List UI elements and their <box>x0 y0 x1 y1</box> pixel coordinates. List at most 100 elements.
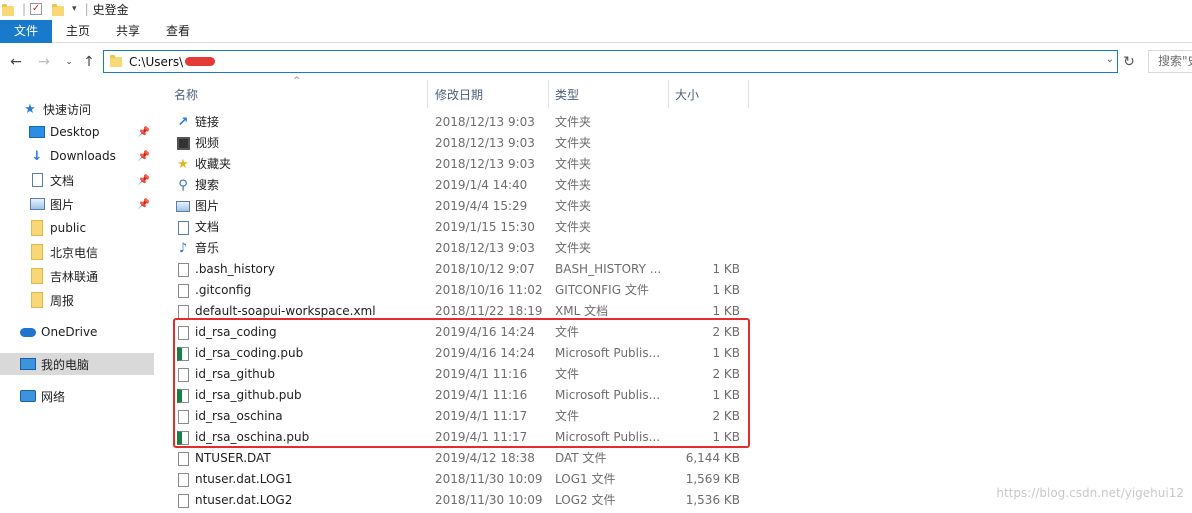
file-row[interactable]: id_rsa_github 2019/4/1 11:16 文件 2 KB <box>170 364 770 385</box>
pin-icon[interactable]: 📌 <box>138 199 150 210</box>
refresh-button[interactable]: ↻ <box>1120 52 1138 72</box>
file-icon <box>176 409 190 424</box>
redaction-mark <box>185 57 216 66</box>
search-icon: ⚲ <box>178 178 188 193</box>
music-icon: ♪ <box>178 241 188 256</box>
sidebar-item-jilin-unicom[interactable]: 吉林联通 <box>0 265 154 287</box>
video-icon <box>176 136 190 151</box>
file-icon <box>176 325 190 340</box>
column-header-name[interactable]: 名称 <box>174 84 198 106</box>
watermark: https://blog.csdn.net/yigehui12 <box>996 486 1184 500</box>
address-dropdown-icon[interactable]: ⌄ <box>1106 54 1114 65</box>
sidebar-item-beijing-telecom[interactable]: 北京电信 <box>0 241 154 263</box>
tab-home[interactable]: 主页 <box>52 20 103 43</box>
folder-icon <box>2 4 14 16</box>
folder-icon <box>29 268 45 284</box>
file-row[interactable]: .bash_history 2018/10/12 9:07 BASH_HISTO… <box>170 259 770 280</box>
pin-icon[interactable]: 📌 <box>138 127 150 138</box>
favorites-icon: ★ <box>177 157 189 172</box>
file-row[interactable]: NTUSER.DAT 2019/4/12 18:38 DAT 文件 6,144 … <box>170 448 770 469</box>
file-row[interactable]: default-soapui-workspace.xml 2018/11/22 … <box>170 301 770 322</box>
sidebar-item-this-pc[interactable]: 我的电脑 <box>0 353 154 375</box>
publisher-file-icon <box>176 430 190 445</box>
forward-button[interactable]: → <box>35 52 53 72</box>
link-icon: ↗ <box>177 115 189 130</box>
new-folder-icon[interactable] <box>52 4 65 16</box>
tab-share[interactable]: 共享 <box>103 20 153 43</box>
file-row[interactable]: id_rsa_coding.pub 2019/4/16 14:24 Micros… <box>170 343 770 364</box>
folder-icon <box>29 292 45 308</box>
file-icon <box>176 367 190 382</box>
tab-file[interactable]: 文件 <box>0 20 53 43</box>
documents-icon <box>176 220 190 235</box>
publisher-file-icon <box>176 388 190 403</box>
sidebar-item-desktop[interactable]: Desktop 📌 <box>0 121 154 143</box>
column-header-date[interactable]: 修改日期 <box>435 84 483 106</box>
column-header-type[interactable]: 类型 <box>555 84 579 106</box>
sidebar-item-network[interactable]: 网络 <box>0 385 154 407</box>
file-icon <box>176 283 190 298</box>
column-divider[interactable] <box>548 80 549 108</box>
publisher-file-icon <box>176 346 190 361</box>
column-divider[interactable] <box>668 80 669 108</box>
file-icon <box>176 493 190 508</box>
file-row[interactable]: id_rsa_coding 2019/4/16 14:24 文件 2 KB <box>170 322 770 343</box>
title-bar: | ✓ ▾ | 史登金 <box>0 0 1192 18</box>
sidebar-item-quick-access[interactable]: ★ 快速访问 <box>0 98 154 120</box>
pin-icon[interactable]: 📌 <box>138 175 150 186</box>
column-divider[interactable] <box>748 80 749 108</box>
network-icon <box>20 389 36 403</box>
file-icon <box>176 262 190 277</box>
up-button[interactable]: ↑ <box>80 52 98 72</box>
file-row[interactable]: ♪ 音乐 2018/12/13 9:03 文件夹 <box>170 238 770 259</box>
sidebar-item-documents[interactable]: 文档 📌 <box>0 169 154 191</box>
file-row[interactable]: id_rsa_github.pub 2019/4/1 11:16 Microso… <box>170 385 770 406</box>
file-row[interactable]: ⚲ 搜索 2019/1/4 14:40 文件夹 <box>170 175 770 196</box>
computer-icon <box>20 357 36 371</box>
ribbon-tabs: 文件 主页 共享 查看 <box>0 20 1192 43</box>
file-row[interactable]: ★ 收藏夹 2018/12/13 9:03 文件夹 <box>170 154 770 175</box>
quick-access-dropdown-icon[interactable]: ▾ <box>72 4 77 14</box>
sidebar-item-public[interactable]: public <box>0 217 154 239</box>
file-icon <box>176 304 190 319</box>
file-row[interactable]: id_rsa_oschina.pub 2019/4/1 11:17 Micros… <box>170 427 770 448</box>
sidebar-item-pictures[interactable]: 图片 📌 <box>0 193 154 215</box>
file-row[interactable]: ↗ 链接 2018/12/13 9:03 文件夹 <box>170 112 770 133</box>
folder-icon <box>29 220 45 236</box>
tab-view[interactable]: 查看 <box>153 20 203 43</box>
recent-locations-icon[interactable]: ⌄ <box>60 52 78 72</box>
desktop-icon <box>29 125 45 139</box>
file-row[interactable]: id_rsa_oschina 2019/4/1 11:17 文件 2 KB <box>170 406 770 427</box>
window-title: 史登金 <box>92 2 129 17</box>
file-icon <box>176 472 190 487</box>
column-header-size[interactable]: 大小 <box>675 84 699 106</box>
pictures-icon <box>29 197 45 211</box>
address-path: C:\Users\ <box>129 54 184 69</box>
file-row[interactable]: 文档 2019/1/15 15:30 文件夹 <box>170 217 770 238</box>
sort-ascending-icon: ^ <box>293 76 301 86</box>
back-button[interactable]: ← <box>7 52 25 72</box>
documents-icon <box>29 173 45 187</box>
file-row[interactable]: .gitconfig 2018/10/16 11:02 GITCONFIG 文件… <box>170 280 770 301</box>
sidebar-item-onedrive[interactable]: OneDrive <box>0 321 154 343</box>
sidebar-item-weekly-report[interactable]: 周报 <box>0 289 154 311</box>
properties-icon[interactable]: ✓ <box>30 3 43 15</box>
sidebar-item-downloads[interactable]: ↓ Downloads 📌 <box>0 145 154 167</box>
navigation-bar: ← → ⌄ ↑ C:\Users\ ⌄ ↻ 搜索"史 <box>0 48 1192 76</box>
file-row[interactable]: ntuser.dat.LOG1 2018/11/30 10:09 LOG1 文件… <box>170 469 770 490</box>
folder-icon <box>110 54 122 67</box>
downloads-icon: ↓ <box>31 148 43 164</box>
onedrive-icon <box>20 325 36 339</box>
file-row[interactable]: 视频 2018/12/13 9:03 文件夹 <box>170 133 770 154</box>
column-divider[interactable] <box>427 80 428 108</box>
file-row[interactable]: ntuser.dat.LOG2 2018/11/30 10:09 LOG2 文件… <box>170 490 770 511</box>
address-bar[interactable]: C:\Users\ ⌄ <box>103 50 1118 73</box>
pin-icon[interactable]: 📌 <box>138 151 150 162</box>
file-row[interactable]: 图片 2019/4/4 15:29 文件夹 <box>170 196 770 217</box>
pictures-icon <box>176 199 190 214</box>
search-input[interactable]: 搜索"史 <box>1148 50 1192 73</box>
folder-icon <box>29 244 45 260</box>
navigation-pane: ★ 快速访问 Desktop 📌 ↓ Downloads 📌 文档 📌 图片 📌… <box>0 90 156 513</box>
file-icon <box>176 451 190 466</box>
star-icon: ★ <box>24 101 36 117</box>
